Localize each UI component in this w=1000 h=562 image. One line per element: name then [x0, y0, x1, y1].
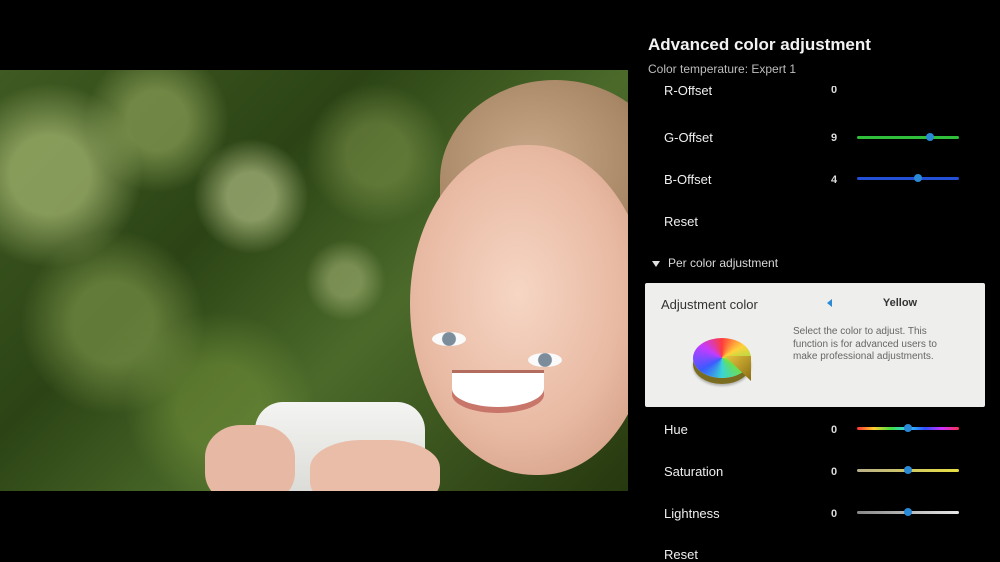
b-offset-knob[interactable]	[914, 174, 923, 182]
hue-knob[interactable]	[904, 424, 912, 432]
hand-left	[205, 425, 295, 491]
face	[410, 145, 628, 475]
hue-label: Hue	[664, 422, 688, 437]
saturation-knob[interactable]	[904, 466, 912, 474]
right-eye	[528, 353, 562, 367]
g-offset-label: G-Offset	[664, 130, 713, 145]
lightness-slider[interactable]	[857, 508, 959, 516]
expand-triangle-icon	[652, 260, 660, 267]
lightness-label: Lightness	[664, 506, 720, 521]
r-offset-knob[interactable]	[889, 93, 897, 101]
arrow-left-icon[interactable]	[827, 299, 832, 307]
g-offset-knob[interactable]	[926, 133, 935, 141]
adjustment-color-card[interactable]: Adjustment color Yellow Select the color…	[645, 283, 985, 407]
saturation-label: Saturation	[664, 464, 724, 479]
section-label: Per color adjustment	[668, 256, 779, 270]
hue-value: 0	[831, 424, 838, 436]
adjustment-color-description: Select the color to adjust. This functio…	[793, 326, 937, 362]
r-offset-value: 0	[831, 86, 838, 96]
lightness-value: 0	[831, 508, 838, 520]
lightness-knob[interactable]	[904, 508, 912, 516]
b-offset-slider[interactable]	[857, 174, 959, 182]
reset-button[interactable]: Reset	[664, 214, 698, 229]
tv-picture-preview	[0, 70, 628, 491]
hand-right	[310, 440, 440, 491]
per-color-adjustment-toggle[interactable]: Per color adjustment	[652, 256, 778, 270]
saturation-value: 0	[831, 466, 838, 478]
smile	[452, 370, 544, 407]
g-offset-value: 9	[831, 132, 838, 144]
left-eye	[432, 332, 466, 346]
hue-slider[interactable]	[857, 424, 959, 432]
adjustment-color-label: Adjustment color	[661, 297, 758, 312]
r-offset-row[interactable]: R-Offset 0	[628, 86, 1000, 104]
panel-title: Advanced color adjustment	[648, 35, 871, 54]
settings-panel: Advanced color adjustment Color temperat…	[628, 0, 1000, 562]
saturation-slider[interactable]	[857, 466, 959, 474]
adjustment-color-value: Yellow	[882, 297, 918, 309]
panel-subtitle: Color temperature: Expert 1	[648, 62, 797, 76]
b-offset-value: 4	[831, 174, 838, 186]
b-offset-label: B-Offset	[664, 172, 712, 187]
r-offset-label: R-Offset	[664, 86, 713, 98]
reset-per-color-button[interactable]: Reset	[664, 547, 698, 562]
g-offset-slider[interactable]	[857, 133, 959, 141]
